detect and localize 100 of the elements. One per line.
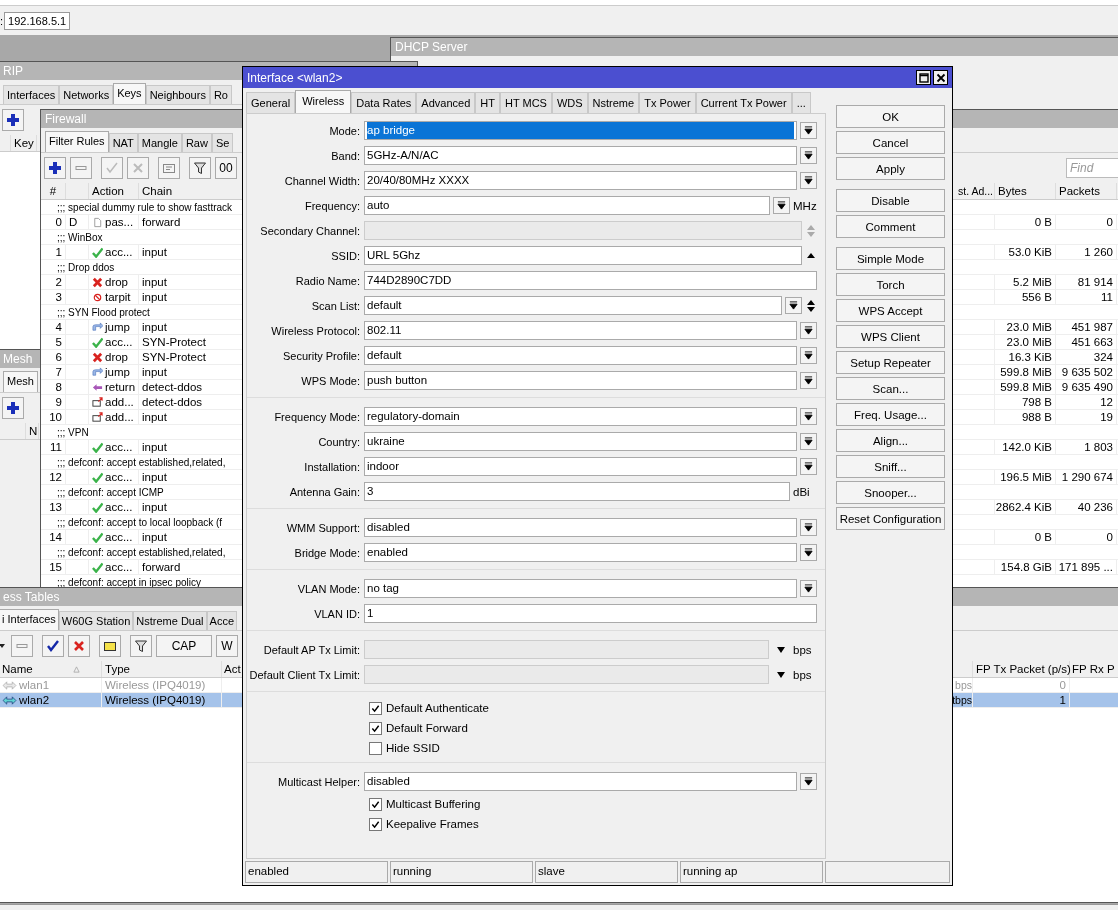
input-field[interactable]: 5GHz-A/N/AC: [364, 146, 797, 165]
tab[interactable]: Mangle: [137, 133, 182, 152]
close-button[interactable]: [933, 70, 948, 85]
tab[interactable]: Networks: [59, 85, 114, 104]
dropdown-button[interactable]: [800, 408, 817, 425]
column-header[interactable]: Action: [89, 183, 139, 199]
column-header[interactable]: Bytes: [995, 183, 1056, 199]
input-field[interactable]: ukraine: [364, 432, 797, 451]
dropdown-button[interactable]: [800, 372, 817, 389]
column-header[interactable]: #: [41, 183, 66, 199]
tab[interactable]: HT MCS: [499, 92, 552, 113]
dropdown-arrow-icon[interactable]: [776, 644, 786, 655]
tab[interactable]: i Interfaces: [0, 609, 59, 630]
comment-button[interactable]: [99, 635, 121, 657]
dialog-button[interactable]: Torch: [836, 273, 945, 296]
dialog-button[interactable]: WPS Client: [836, 325, 945, 348]
input-field[interactable]: 744D2890C7DD: [364, 271, 817, 290]
tab[interactable]: Data Rates: [351, 92, 417, 113]
input-field[interactable]: no tag: [364, 579, 797, 598]
dialog-button[interactable]: Cancel: [836, 131, 945, 154]
tab[interactable]: Mesh: [3, 371, 38, 392]
input-field[interactable]: 802.11: [364, 321, 797, 340]
reset-counters-button[interactable]: 00: [215, 157, 237, 179]
remove-button[interactable]: [11, 635, 33, 657]
dialog-button[interactable]: Setup Repeater: [836, 351, 945, 374]
tab[interactable]: Se: [211, 133, 234, 152]
dropdown-button[interactable]: [800, 580, 817, 597]
add-button[interactable]: [2, 397, 24, 419]
checkbox[interactable]: [369, 721, 382, 735]
input-field[interactable]: disabled: [364, 772, 797, 791]
toolbar-button[interactable]: W: [216, 635, 238, 657]
tab[interactable]: General: [246, 92, 296, 113]
column-header[interactable]: FP Tx Packet (p/s): [973, 661, 1070, 677]
input-field[interactable]: default: [364, 296, 782, 315]
tab[interactable]: HT: [475, 92, 500, 113]
dialog-button[interactable]: OK: [836, 105, 945, 128]
dropdown-arrow-icon[interactable]: [776, 669, 786, 680]
enable-button[interactable]: [42, 635, 64, 657]
tab[interactable]: Advanced: [416, 92, 476, 113]
add-button[interactable]: [44, 157, 66, 179]
input-field[interactable]: auto: [364, 196, 770, 215]
dropdown-button[interactable]: [800, 147, 817, 164]
checkbox[interactable]: [369, 741, 382, 755]
dialog-button[interactable]: WPS Accept: [836, 299, 945, 322]
column-header[interactable]: Key: [11, 135, 37, 151]
dropdown-button[interactable]: [800, 122, 817, 139]
tab[interactable]: WDS: [551, 92, 588, 113]
tab[interactable]: Keys: [113, 83, 146, 104]
column-header[interactable]: Packets: [1056, 183, 1117, 199]
tab[interactable]: Current Tx Power: [695, 92, 792, 113]
disable-button[interactable]: [68, 635, 90, 657]
tab[interactable]: Nstreme: [587, 92, 640, 113]
dialog-button[interactable]: Scan...: [836, 377, 945, 400]
column-header[interactable]: Type: [102, 661, 222, 677]
input-field[interactable]: push button: [364, 371, 797, 390]
input-field[interactable]: 1: [364, 604, 817, 623]
tab[interactable]: Tx Power: [639, 92, 696, 113]
dialog-button[interactable]: Simple Mode: [836, 247, 945, 270]
tab[interactable]: Raw: [181, 133, 212, 152]
column-header[interactable]: N: [26, 423, 39, 439]
tab[interactable]: Neighbours: [145, 85, 210, 104]
dropdown-button[interactable]: [773, 197, 790, 214]
dropdown-button[interactable]: [800, 519, 817, 536]
filter-button[interactable]: [130, 635, 152, 657]
dialog-button[interactable]: Comment: [836, 215, 945, 238]
up-down-icon[interactable]: [805, 298, 817, 313]
maximize-button[interactable]: [916, 70, 931, 85]
tab[interactable]: Interfaces: [3, 85, 60, 104]
filter-button[interactable]: [189, 157, 211, 179]
dropdown-button[interactable]: [800, 172, 817, 189]
column-header[interactable]: Name: [0, 661, 102, 677]
dialog-button[interactable]: Disable: [836, 189, 945, 212]
input-field[interactable]: 3: [364, 482, 790, 501]
dropdown-button[interactable]: [800, 773, 817, 790]
tab[interactable]: Acce: [206, 611, 237, 630]
checkbox[interactable]: [369, 797, 382, 811]
input-field[interactable]: enabled: [364, 543, 797, 562]
input-field[interactable]: indoor: [364, 457, 797, 476]
tab[interactable]: NAT: [108, 133, 138, 152]
input-field[interactable]: URL 5Ghz: [364, 246, 802, 265]
dialog-button[interactable]: Apply: [836, 157, 945, 180]
dropdown-button[interactable]: [785, 297, 802, 314]
tab[interactable]: W60G Station: [58, 611, 134, 630]
checkbox[interactable]: [369, 817, 382, 831]
dialog-button[interactable]: Sniff...: [836, 455, 945, 478]
address-field[interactable]: 192.168.5.1: [4, 11, 71, 30]
dialog-button[interactable]: Align...: [836, 429, 945, 452]
toolbar-button[interactable]: CAP: [156, 635, 212, 657]
column-header[interactable]: FP Rx P: [1070, 661, 1118, 677]
dropdown-button[interactable]: [800, 322, 817, 339]
dialog-button[interactable]: Snooper...: [836, 481, 945, 504]
input-field[interactable]: ap bridge: [364, 121, 797, 140]
add-button[interactable]: [2, 109, 24, 131]
dropdown-button[interactable]: [800, 433, 817, 450]
checkbox[interactable]: [369, 701, 382, 715]
dialog-button[interactable]: Freq. Usage...: [836, 403, 945, 426]
tab[interactable]: Wireless: [295, 90, 352, 113]
dropdown-button[interactable]: [800, 544, 817, 561]
tab[interactable]: Filter Rules: [45, 131, 109, 152]
input-field[interactable]: 20/40/80MHz XXXX: [364, 171, 797, 190]
